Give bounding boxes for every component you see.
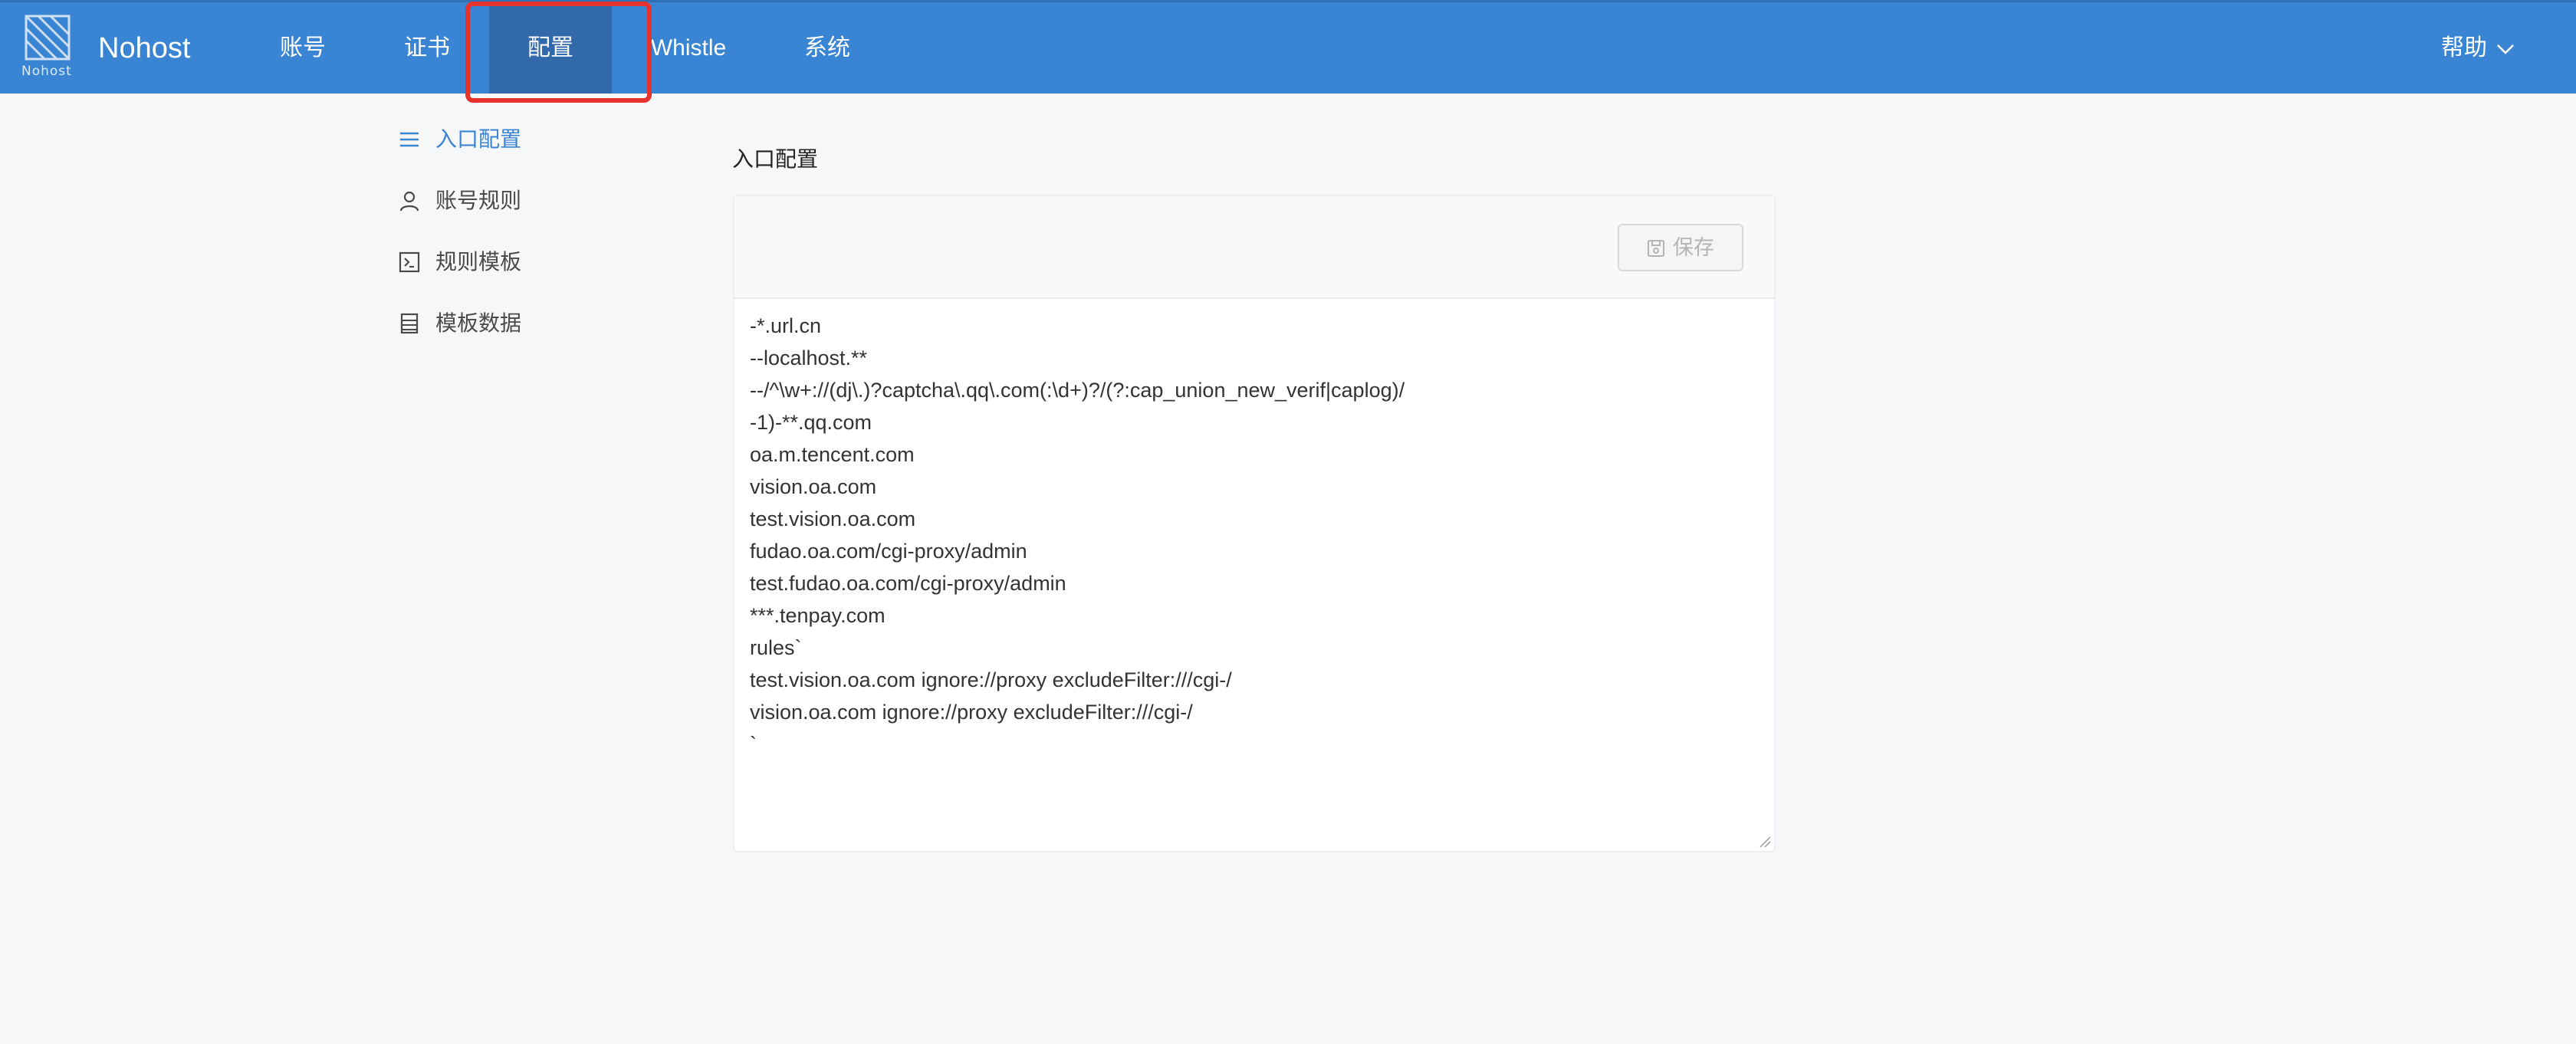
save-icon [1648,240,1664,257]
nav-item-whistle[interactable]: Whistle [641,2,736,94]
chevron-down-icon [2497,44,2514,54]
editor-toolbar: 保存 [734,196,1774,299]
user-icon [399,191,419,212]
nav-item-system[interactable]: 系统 [785,2,869,94]
sidebar-item-template-data[interactable]: 模板数据 [391,299,621,360]
terminal-icon [399,251,420,273]
save-button-label: 保存 [1673,236,1714,259]
list-icon [400,132,419,147]
document-icon [400,313,419,334]
save-button[interactable]: 保存 [1618,224,1743,271]
sidebar-item-label: 入口配置 [435,127,522,151]
resize-handle-icon[interactable] [1757,834,1771,848]
rules-editor-textarea[interactable]: -*.url.cn --localhost.** --/^\w+://(dj\.… [750,310,1754,839]
sidebar-item-account-rules[interactable]: 账号规则 [391,176,621,238]
sidebar-item-rule-template[interactable]: 规则模板 [391,238,621,299]
brand-title[interactable]: Nohost [98,30,190,67]
top-nav-bar: Nohost Nohost 账号 证书 配置 Whistle 系统 帮助 [0,0,2576,94]
help-menu[interactable]: 帮助 [2441,2,2515,94]
config-panel: 保存 -*.url.cn --localhost.** --/^\w+://(d… [733,195,1776,852]
sidebar-item-entry-config[interactable]: 入口配置 [391,115,621,176]
help-label: 帮助 [2441,35,2487,61]
nav-item-certificate[interactable]: 证书 [385,2,469,94]
sidebar-item-label: 账号规则 [435,189,522,212]
sidebar-item-label: 模板数据 [435,311,522,335]
sidebar-menu: 入口配置 账号规则 规则模板 模板数据 [391,115,621,360]
page-title: 入口配置 [732,147,819,171]
nav-item-account[interactable]: 账号 [261,2,345,94]
sidebar-item-label: 规则模板 [435,250,522,274]
logo-caption: Nohost [21,64,72,79]
nav-item-config[interactable]: 配置 [489,2,612,94]
